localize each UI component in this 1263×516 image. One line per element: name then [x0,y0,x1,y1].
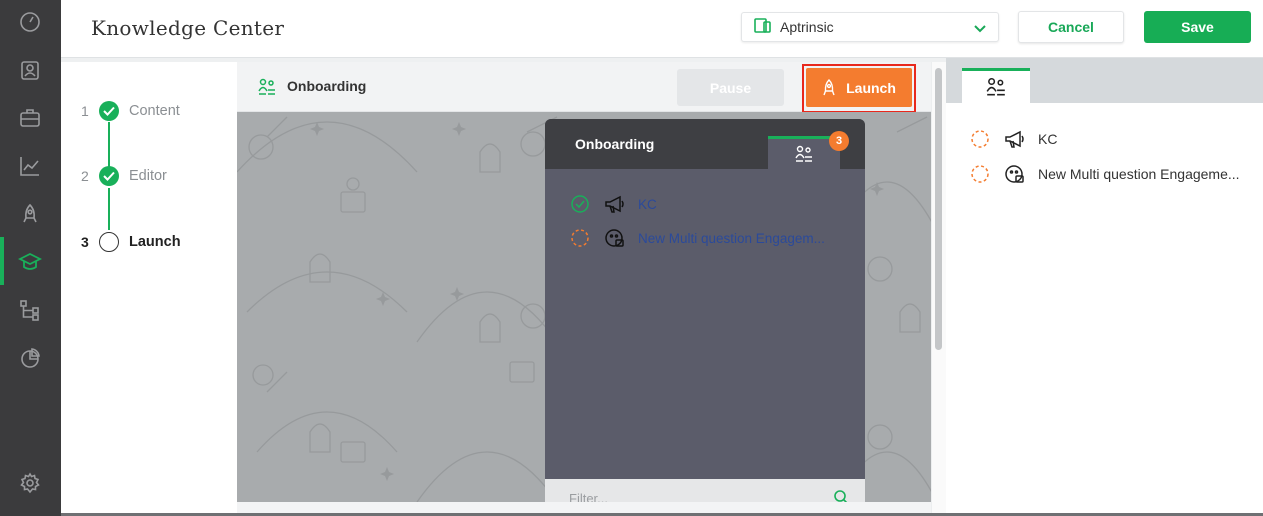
settings-gear-icon[interactable] [16,469,44,497]
step-label: Content [129,103,180,119]
user-card-icon[interactable] [16,56,44,84]
megaphone-icon [1005,130,1024,148]
engagement-face-icon [605,229,624,247]
tab-onboarding[interactable] [962,68,1030,103]
preview-toolbar: Onboarding Pause Launch [237,62,946,113]
list-item[interactable]: New Multi question Engageme... [970,162,1240,186]
pending-circle-icon [971,130,989,148]
scrollbar-thumb[interactable] [935,68,942,350]
people-list-icon [795,145,812,162]
page-title: Knowledge Center [91,16,285,40]
pending-circle-icon [571,229,589,247]
list-item[interactable]: KC [970,127,1057,151]
pause-button[interactable]: Pause [677,69,784,106]
left-nav-rail [0,0,61,516]
speedometer-icon[interactable] [16,8,44,36]
filter-placeholder: Filter... [569,491,609,502]
widget-title: Onboarding [575,136,655,152]
step-connector [108,188,110,230]
kc-widget-preview: Onboarding 3 KC New Multi question Engag… [545,119,865,502]
count-badge: 3 [829,131,849,151]
rail-active-indicator [0,237,4,285]
list-item[interactable]: KC [570,193,657,215]
search-icon [833,489,849,502]
checkmark-icon [99,101,119,121]
step-label: Editor [129,168,167,184]
preview-title: Onboarding [287,78,367,94]
filter-input[interactable]: Filter... [545,479,865,502]
list-item[interactable]: New Multi question Engagem... [570,227,825,249]
step-editor[interactable]: 2 Editor [81,164,167,188]
briefcase-icon[interactable] [16,104,44,132]
app-selector-value: Aptrinsic [780,19,834,35]
step-number: 1 [81,103,89,119]
launch-button[interactable]: Launch [806,68,912,107]
pending-circle-icon [971,165,989,183]
analytics-chart-icon[interactable] [16,152,44,180]
right-tabbar [946,58,1263,103]
wizard-steps: 1 Content 2 Editor 3 Launch [61,62,237,516]
launch-label: Launch [846,79,896,96]
preview-panel: Onboarding Pause Launch Onboarding 3 KC … [237,62,946,516]
check-circle-icon [571,195,589,213]
megaphone-icon [605,195,624,213]
list-item-label: KC [1038,131,1058,147]
list-item-label: New Multi question Engagem... [638,230,825,246]
step-label: Launch [129,234,181,250]
tablet-icon [754,17,772,38]
widget-header: Onboarding 3 [545,119,865,169]
rocket-icon [823,78,835,95]
step-launch[interactable]: 3 Launch [81,230,181,254]
graduation-cap-icon[interactable] [16,248,44,276]
step-connector [108,122,110,168]
people-list-icon [257,77,277,102]
right-panel: KC New Multi question Engageme... [946,58,1263,516]
checkmark-icon [99,166,119,186]
vertical-scrollbar[interactable] [931,62,946,516]
list-item-label: New Multi question Engageme... [1038,166,1240,182]
step-number: 2 [81,168,89,184]
empty-circle-icon [99,232,119,252]
app-selector-dropdown[interactable]: Aptrinsic [741,12,999,42]
flow-tree-icon[interactable] [16,296,44,324]
save-button[interactable]: Save [1144,11,1251,43]
rocket-icon[interactable] [16,200,44,228]
top-header: Knowledge Center Aptrinsic Cancel Save [61,0,1263,58]
engagement-face-icon [1005,165,1024,183]
pie-chart-icon[interactable] [16,344,44,372]
people-list-icon [986,77,1005,96]
preview-canvas: Onboarding 3 KC New Multi question Engag… [237,112,931,502]
chevron-down-icon [974,21,986,39]
cancel-button[interactable]: Cancel [1018,11,1124,43]
list-item-label: KC [638,196,657,212]
step-content[interactable]: 1 Content [81,99,180,123]
step-number: 3 [81,234,89,250]
